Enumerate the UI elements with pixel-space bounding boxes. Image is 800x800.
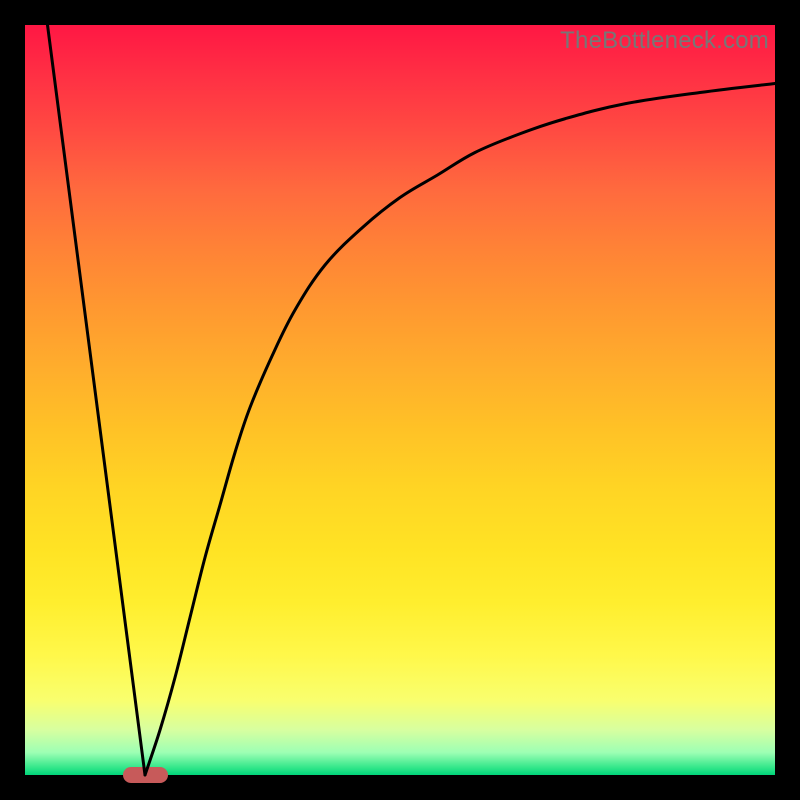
plot-area: TheBottleneck.com [25, 25, 775, 775]
curve-left-branch [48, 25, 146, 775]
curve-layer [25, 25, 775, 775]
chart-frame: TheBottleneck.com [0, 0, 800, 800]
curve-right-branch [145, 84, 775, 776]
